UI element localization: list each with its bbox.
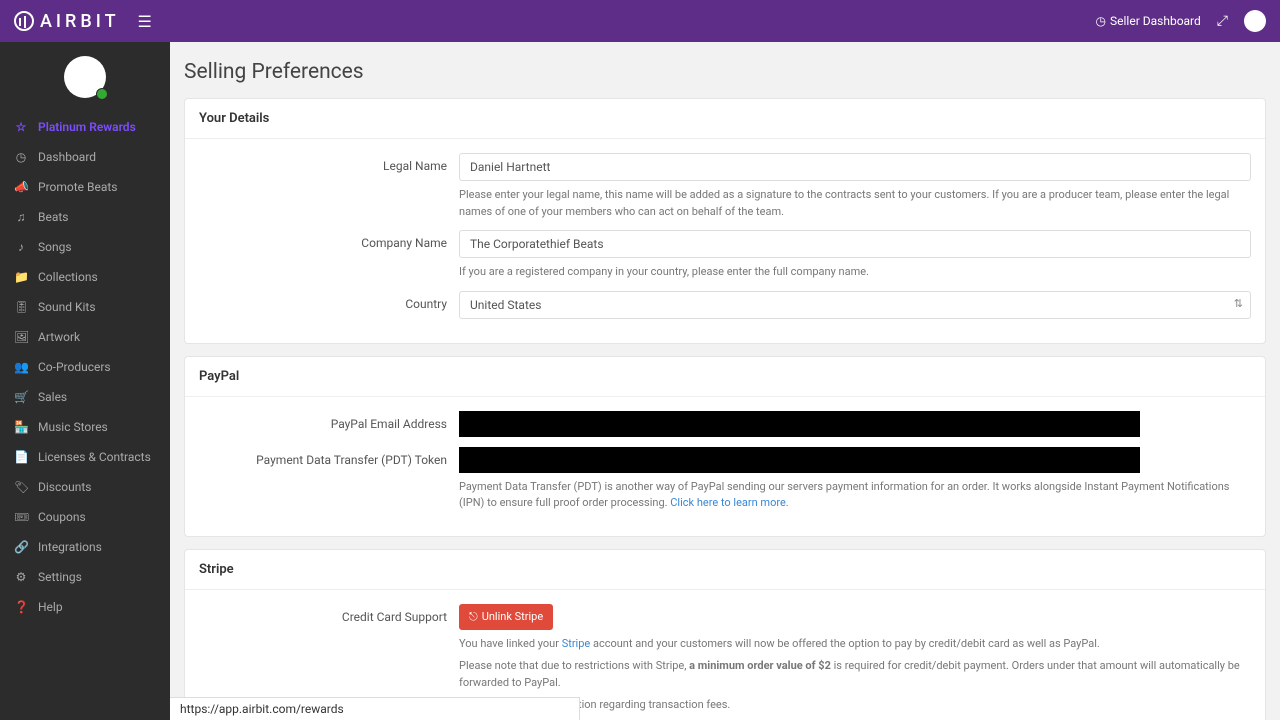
- nav-icon: 🔗: [14, 540, 28, 554]
- sidebar-item-sound-kits[interactable]: 🎚 Sound Kits: [0, 292, 170, 322]
- sidebar-item-label: Collections: [38, 270, 98, 284]
- sidebar-item-coupons[interactable]: 🎟 Coupons: [0, 502, 170, 532]
- profile-avatar[interactable]: [0, 56, 170, 98]
- panel-paypal: PayPal PayPal Email Address Payment Data…: [184, 356, 1266, 537]
- credit-card-support-label: Credit Card Support: [199, 604, 459, 624]
- company-name-label: Company Name: [199, 230, 459, 250]
- panel-your-details: Your Details Legal Name Please enter you…: [184, 98, 1266, 344]
- topbar: AIRBIT ☰ ◷ Seller Dashboard ⤢: [0, 0, 1280, 42]
- nav-icon: 🏷: [14, 480, 28, 494]
- sidebar-item-discounts[interactable]: 🏷 Discounts: [0, 472, 170, 502]
- sidebar-item-integrations[interactable]: 🔗 Integrations: [0, 532, 170, 562]
- sidebar-item-label: Artwork: [38, 330, 80, 344]
- nav-icon: ☆: [14, 120, 28, 134]
- main-content: Selling Preferences Your Details Legal N…: [170, 42, 1280, 720]
- logo-icon: [14, 11, 34, 31]
- status-bar: https://app.airbit.com/rewards: [170, 697, 580, 720]
- dashboard-icon: ◷: [1096, 14, 1106, 28]
- sidebar-item-music-stores[interactable]: 🏪 Music Stores: [0, 412, 170, 442]
- nav-icon: 📄: [14, 450, 28, 464]
- sidebar-item-artwork[interactable]: 🖼 Artwork: [0, 322, 170, 352]
- sidebar-item-label: Beats: [38, 210, 69, 224]
- sidebar-item-help[interactable]: ❓ Help: [0, 592, 170, 622]
- menu-toggle-icon[interactable]: ☰: [138, 12, 152, 31]
- brand-name: AIRBIT: [40, 11, 120, 32]
- sidebar-item-sales[interactable]: 🛒 Sales: [0, 382, 170, 412]
- sidebar-item-beats[interactable]: ♫ Beats: [0, 202, 170, 232]
- sidebar: ☆ Platinum Rewards ◷ Dashboard 📣 Promote Beat…: [0, 42, 170, 720]
- sidebar-item-label: Music Stores: [38, 420, 108, 434]
- sidebar-item-label: Integrations: [38, 540, 102, 554]
- paypal-email-label: PayPal Email Address: [199, 411, 459, 431]
- panel-stripe: Stripe Credit Card Support ⎋ Unlink Stri…: [184, 549, 1266, 720]
- unlink-stripe-button[interactable]: ⎋ Unlink Stripe: [459, 604, 553, 630]
- sidebar-item-label: Songs: [38, 240, 72, 254]
- sidebar-item-label: Help: [38, 600, 63, 614]
- sidebar-item-licenses-contracts[interactable]: 📄 Licenses & Contracts: [0, 442, 170, 472]
- panel-header: PayPal: [185, 357, 1265, 397]
- sidebar-item-collections[interactable]: 📁 Collections: [0, 262, 170, 292]
- sidebar-item-label: Settings: [38, 570, 82, 584]
- nav-icon: 🎟: [14, 510, 28, 524]
- avatar[interactable]: [1244, 10, 1266, 32]
- sidebar-item-label: Sound Kits: [38, 300, 96, 314]
- pdt-token-label: Payment Data Transfer (PDT) Token: [199, 447, 459, 467]
- nav-icon: ❓: [14, 600, 28, 614]
- legal-name-label: Legal Name: [199, 153, 459, 173]
- nav-icon: 🏪: [14, 420, 28, 434]
- sidebar-item-songs[interactable]: ♪ Songs: [0, 232, 170, 262]
- expand-icon[interactable]: ⤢: [1217, 13, 1228, 29]
- nav-icon: 📣: [14, 180, 28, 194]
- nav-icon: ⚙: [14, 570, 28, 584]
- company-name-input[interactable]: [459, 230, 1251, 258]
- nav-icon: ♪: [14, 240, 28, 254]
- nav-icon: ◷: [14, 150, 28, 164]
- sidebar-item-label: Promote Beats: [38, 180, 117, 194]
- nav-icon: 🛒: [14, 390, 28, 404]
- sidebar-item-label: Co-Producers: [38, 360, 111, 374]
- sidebar-item-label: Licenses & Contracts: [38, 450, 151, 464]
- stripe-min-order-hint: Please note that due to restrictions wit…: [459, 658, 1251, 691]
- nav-icon: 📁: [14, 270, 28, 284]
- pdt-token-input[interactable]: [459, 447, 1140, 473]
- pdt-hint: Payment Data Transfer (PDT) is another w…: [459, 479, 1251, 512]
- sidebar-item-label: Platinum Rewards: [38, 120, 136, 134]
- nav-icon: 👥: [14, 360, 28, 374]
- page-title: Selling Preferences: [170, 42, 1280, 98]
- unlink-icon: ⎋: [469, 610, 478, 624]
- nav-icon: 🖼: [14, 330, 28, 344]
- sidebar-item-settings[interactable]: ⚙ Settings: [0, 562, 170, 592]
- sidebar-item-label: Coupons: [38, 510, 86, 524]
- stripe-link[interactable]: Stripe: [562, 637, 591, 650]
- panel-header: Stripe: [185, 550, 1265, 590]
- country-select[interactable]: United States: [459, 291, 1251, 319]
- nav-icon: 🎚: [14, 300, 28, 314]
- sidebar-item-label: Discounts: [38, 480, 91, 494]
- sidebar-item-promote-beats[interactable]: 📣 Promote Beats: [0, 172, 170, 202]
- sidebar-item-label: Dashboard: [38, 150, 96, 164]
- legal-name-input[interactable]: [459, 153, 1251, 181]
- company-name-hint: If you are a registered company in your …: [459, 264, 1251, 281]
- nav-icon: ♫: [14, 210, 28, 224]
- seller-dashboard-link[interactable]: ◷ Seller Dashboard: [1096, 14, 1201, 28]
- sidebar-item-label: Sales: [38, 390, 67, 404]
- stripe-linked-hint: You have linked your Stripe account and …: [459, 636, 1251, 653]
- country-label: Country: [199, 291, 459, 311]
- paypal-email-input[interactable]: [459, 411, 1140, 437]
- panel-header: Your Details: [185, 99, 1265, 139]
- logo[interactable]: AIRBIT: [14, 11, 120, 32]
- sidebar-item-dashboard[interactable]: ◷ Dashboard: [0, 142, 170, 172]
- sidebar-item-co-producers[interactable]: 👥 Co-Producers: [0, 352, 170, 382]
- legal-name-hint: Please enter your legal name, this name …: [459, 187, 1251, 220]
- sidebar-item-platinum-rewards[interactable]: ☆ Platinum Rewards: [0, 112, 170, 142]
- seller-dashboard-label: Seller Dashboard: [1110, 14, 1201, 28]
- pdt-learn-more-link[interactable]: Click here to learn more.: [670, 496, 788, 509]
